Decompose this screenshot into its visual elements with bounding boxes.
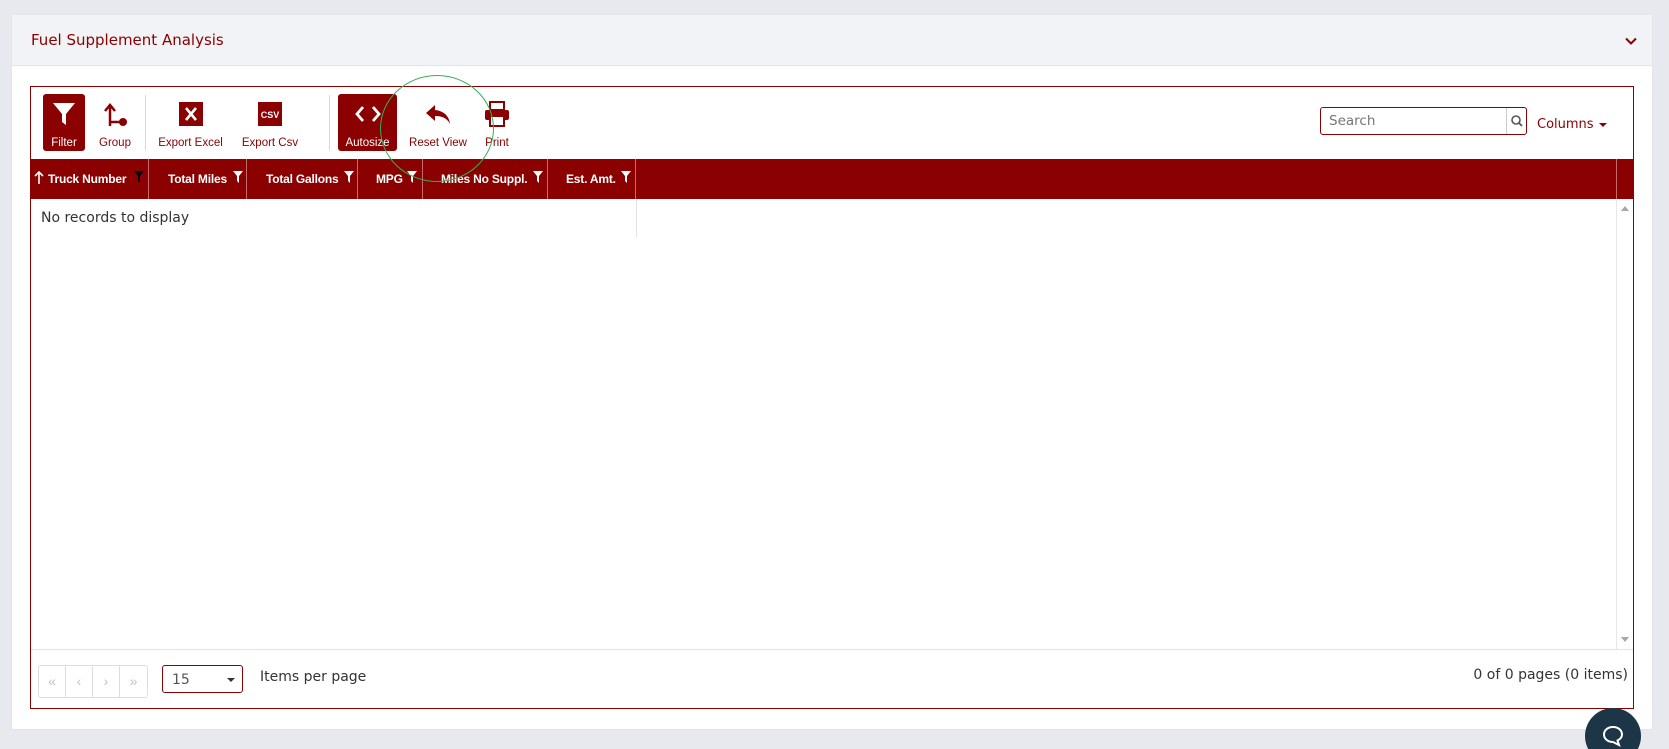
reset-view-button[interactable]: Reset View <box>405 94 471 151</box>
column-header-total-gallons[interactable]: Total Gallons <box>247 159 358 199</box>
page-size-select[interactable]: 15 <box>162 665 243 693</box>
grid-header-row: Truck Number Total Miles Total Gallons M… <box>31 159 1633 199</box>
group-icon <box>104 103 127 126</box>
column-label: MPG <box>376 172 403 186</box>
vertical-scrollbar[interactable] <box>1616 199 1633 649</box>
header-divider <box>1616 159 1617 199</box>
filter-icon[interactable] <box>407 171 417 183</box>
print-button[interactable]: Print <box>477 94 517 151</box>
panel-header[interactable]: Fuel Supplement Analysis <box>12 15 1652 66</box>
filter-icon[interactable] <box>233 171 243 183</box>
column-label: Total Gallons <box>266 172 339 186</box>
reply-icon <box>426 105 450 124</box>
scroll-up-icon[interactable] <box>1621 205 1629 211</box>
column-header-miles-no-suppl[interactable]: Miles No Suppl. <box>423 159 548 199</box>
toolbar-divider <box>329 95 330 150</box>
csv-icon-text: CSV <box>261 110 280 120</box>
search-box <box>1320 107 1527 135</box>
column-header-est-amt[interactable]: Est. Amt. <box>548 159 636 199</box>
grid-toolbar: Filter Group Export Excel CSV Export Csv… <box>31 87 1633 159</box>
csv-icon: CSV <box>258 102 282 126</box>
export-excel-button[interactable]: Export Excel <box>153 94 228 151</box>
data-grid: Filter Group Export Excel CSV Export Csv… <box>30 86 1634 709</box>
code-icon <box>354 106 381 122</box>
column-header-total-miles[interactable]: Total Miles <box>149 159 247 199</box>
column-header-mpg[interactable]: MPG <box>358 159 423 199</box>
autosize-button[interactable]: Autosize <box>338 94 397 151</box>
panel-title: Fuel Supplement Analysis <box>31 31 224 49</box>
caret-down-icon[interactable] <box>1598 121 1608 129</box>
filter-icon <box>53 103 75 125</box>
grid-pager: « ‹ › » 15 Items per page 0 of 0 pages (… <box>31 649 1633 708</box>
excel-icon <box>178 102 203 126</box>
chevron-down-icon[interactable] <box>1624 34 1638 48</box>
columns-button[interactable]: Columns <box>1537 117 1594 132</box>
next-page-button[interactable]: › <box>93 666 120 697</box>
column-label: Miles No Suppl. <box>441 172 528 186</box>
column-divider <box>636 199 637 237</box>
page-info: 0 of 0 pages (0 items) <box>1473 667 1628 683</box>
prev-page-button[interactable]: ‹ <box>66 666 93 697</box>
items-per-page-label: Items per page <box>260 669 367 685</box>
no-records-message: No records to display <box>41 210 190 226</box>
first-page-button[interactable]: « <box>39 666 66 697</box>
column-label: Truck Number <box>48 172 127 186</box>
caret-down-icon <box>227 678 235 682</box>
fuel-supplement-panel: Fuel Supplement Analysis Filter Group Ex… <box>11 14 1653 730</box>
group-label: Group <box>99 137 131 149</box>
group-button[interactable]: Group <box>92 94 138 151</box>
autosize-label: Autosize <box>345 137 390 149</box>
search-icon <box>1511 115 1523 127</box>
filter-icon[interactable] <box>533 171 543 183</box>
export-csv-label: Export Csv <box>241 137 299 149</box>
column-label: Est. Amt. <box>566 172 616 186</box>
search-input[interactable] <box>1321 108 1501 134</box>
search-button[interactable] <box>1506 108 1526 134</box>
sort-ascending-icon[interactable] <box>34 171 44 185</box>
chat-icon <box>1602 725 1624 747</box>
filter-icon[interactable] <box>344 171 354 183</box>
print-icon <box>485 101 509 127</box>
toolbar-divider <box>145 95 146 150</box>
export-csv-button[interactable]: CSV Export Csv <box>235 94 305 151</box>
filter-icon[interactable] <box>134 171 144 183</box>
column-header-truck-number[interactable]: Truck Number <box>31 159 149 199</box>
filter-button[interactable]: Filter <box>43 94 85 151</box>
page-size-value: 15 <box>172 672 190 688</box>
pager-buttons: « ‹ › » <box>38 665 148 698</box>
grid-body: No records to display <box>31 199 1616 649</box>
filter-label: Filter <box>51 137 77 149</box>
print-label: Print <box>485 137 509 149</box>
last-page-button[interactable]: » <box>120 666 147 697</box>
column-label: Total Miles <box>168 172 227 186</box>
scroll-down-icon[interactable] <box>1621 637 1629 643</box>
export-excel-label: Export Excel <box>158 137 223 149</box>
filter-icon[interactable] <box>621 171 631 183</box>
reset-view-label: Reset View <box>409 137 467 149</box>
